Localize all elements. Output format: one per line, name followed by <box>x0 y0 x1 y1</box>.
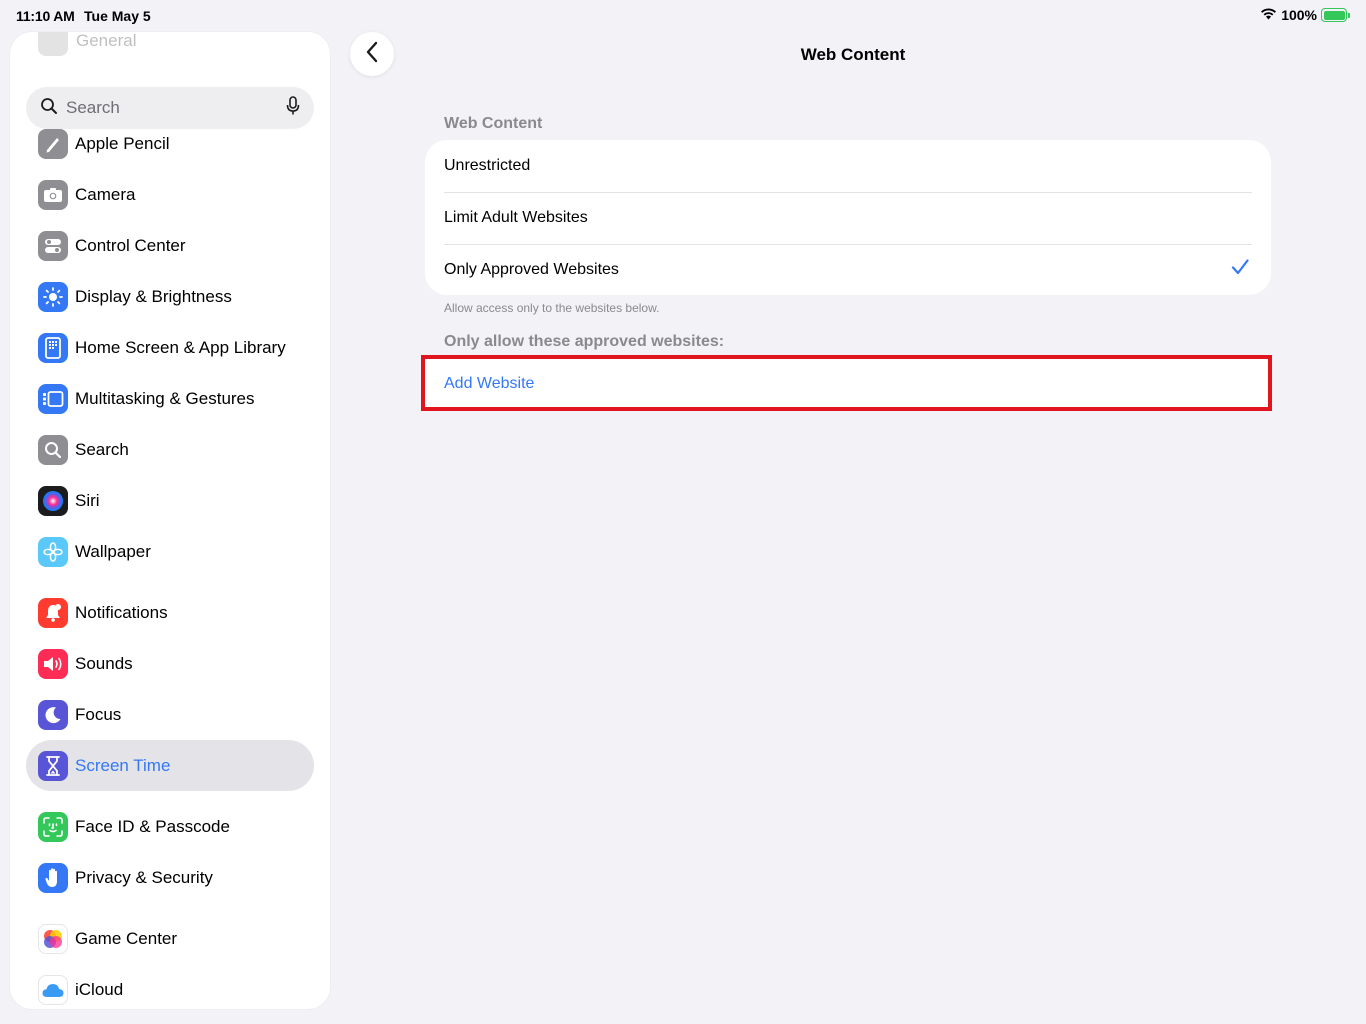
sidebar-item-label: Home Screen & App Library <box>75 337 286 357</box>
sidebar-item-focus[interactable]: Focus <box>26 689 314 740</box>
section-header-approved: Only allow these approved websites: <box>444 333 725 350</box>
sidebar-item-label: Focus <box>75 704 122 724</box>
options-footer: Allow access only to the websites below. <box>444 301 660 315</box>
option-unrestricted[interactable]: Unrestricted <box>425 140 1271 192</box>
multitasking-icon <box>38 383 68 414</box>
sidebar-item-label: Display & Brightness <box>75 286 232 306</box>
search-input[interactable]: Search <box>26 87 314 129</box>
highlight-box <box>421 355 1272 411</box>
back-button[interactable] <box>350 32 394 76</box>
sidebar-item-label: Privacy & Security <box>75 867 213 887</box>
sidebar-item-control-center[interactable]: Control Center <box>26 220 314 271</box>
option-label: Limit Adult Websites <box>444 209 588 226</box>
magnifier-icon <box>40 97 58 120</box>
sidebar-item-label: Apple Pencil <box>75 133 170 153</box>
sidebar-item-label: Face ID & Passcode <box>75 816 230 836</box>
sidebar-item-label: Notifications <box>75 602 168 622</box>
sidebar-item-label: iCloud <box>75 979 124 999</box>
face-id-icon <box>38 811 68 842</box>
sidebar-item-search[interactable]: Search <box>26 424 314 475</box>
battery-cap <box>1348 12 1350 18</box>
microphone-icon[interactable] <box>286 95 300 121</box>
sidebar-item-label: Sounds <box>75 653 133 673</box>
option-limit-adult[interactable]: Limit Adult Websites <box>425 192 1271 244</box>
sidebar-item-label: Siri <box>75 490 100 510</box>
status-time: 11:10 AM <box>16 8 75 24</box>
speaker-icon <box>38 648 68 679</box>
option-only-approved[interactable]: Only Approved Websites <box>425 244 1271 295</box>
siri-icon <box>38 485 68 516</box>
sidebar-item-display-brightness[interactable]: Display & Brightness <box>26 271 314 322</box>
sidebar-item-label: Search <box>75 439 129 459</box>
battery-charging-icon <box>1321 8 1347 22</box>
sidebar-item-privacy[interactable]: Privacy & Security <box>26 852 314 903</box>
home-grid-icon <box>38 332 68 363</box>
sidebar-item-label: Screen Time <box>75 755 171 775</box>
status-bar: 11:10 AM Tue May 5 100% <box>0 0 1366 32</box>
sun-icon <box>38 281 68 312</box>
camera-icon <box>38 179 68 210</box>
web-content-options: Unrestricted Limit Adult Websites Only A… <box>425 140 1271 295</box>
sidebar-item-icloud[interactable]: iCloud <box>26 964 314 1009</box>
status-date: Tue May 5 <box>84 8 151 24</box>
sidebar-item-screen-time[interactable]: Screen Time <box>26 740 314 791</box>
sidebar-item-label: Multitasking & Gestures <box>75 388 255 408</box>
sidebar-item-siri[interactable]: Siri <box>26 475 314 526</box>
sidebar-item-sounds[interactable]: Sounds <box>26 638 314 689</box>
cloud-icon <box>38 974 68 1005</box>
moon-icon <box>38 699 68 730</box>
flower-icon <box>38 536 68 567</box>
search-placeholder: Search <box>66 98 120 117</box>
sidebar-item-camera[interactable]: Camera <box>26 169 314 220</box>
option-label: Unrestricted <box>444 157 531 174</box>
sidebar-item-label: Game Center <box>75 928 178 948</box>
game-center-icon <box>38 923 68 954</box>
settings-sidebar[interactable]: General Apple Pencil Camera Control Cent… <box>10 32 330 1009</box>
sidebar-item-game-center[interactable]: Game Center <box>26 913 314 964</box>
page-title: Web Content <box>800 45 906 64</box>
sidebar-item-general[interactable]: General <box>38 32 136 56</box>
search-icon <box>38 434 68 465</box>
wifi-icon <box>1260 7 1277 23</box>
chevron-left-icon <box>365 41 379 68</box>
sidebar-item-wallpaper[interactable]: Wallpaper <box>26 526 314 577</box>
sidebar-item-multitasking[interactable]: Multitasking & Gestures <box>26 373 314 424</box>
sidebar-item-home-screen[interactable]: Home Screen & App Library <box>26 322 314 373</box>
toggles-icon <box>38 230 68 261</box>
sidebar-item-label: Control Center <box>75 235 186 255</box>
sidebar-item-label: General <box>76 32 137 50</box>
gear-icon <box>38 32 68 56</box>
sidebar-item-face-id[interactable]: Face ID & Passcode <box>26 801 314 852</box>
battery-percent: 100% <box>1281 7 1317 23</box>
option-label: Only Approved Websites <box>444 261 619 278</box>
pencil-icon <box>38 128 68 159</box>
sidebar-item-notifications[interactable]: Notifications <box>26 587 314 638</box>
bell-icon <box>38 597 68 628</box>
section-header-web-content: Web Content <box>444 115 543 132</box>
sidebar-item-label: Wallpaper <box>75 541 151 561</box>
hand-icon <box>38 862 68 893</box>
status-indicators: 100% <box>1260 7 1350 23</box>
sidebar-item-label: Camera <box>75 184 136 204</box>
hourglass-icon <box>38 750 68 781</box>
checkmark-icon <box>1231 258 1249 281</box>
